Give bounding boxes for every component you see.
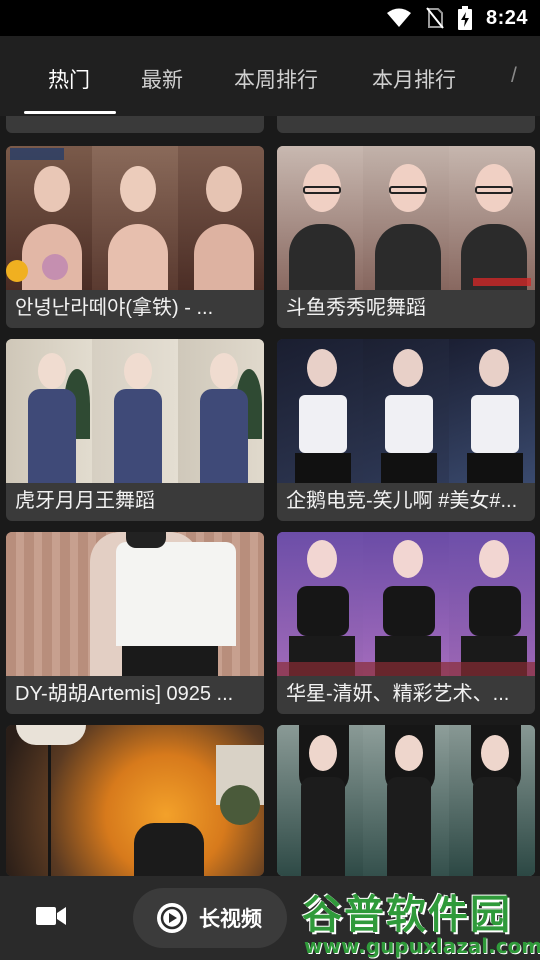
video-card[interactable]: 华星-清妍、精彩艺术、...	[277, 532, 535, 714]
site-watermark: 谷普软件园 www.gupuxlazal.com	[296, 878, 540, 960]
category-tab-bar: 热门 最新 本周排行 本月排行 /	[0, 36, 540, 116]
no-sim-icon	[426, 7, 444, 29]
watermark-brand: 谷普软件园	[302, 892, 512, 938]
video-card[interactable]: 企鹅电竞-笑儿啊 #美女#...	[277, 339, 535, 521]
video-card[interactable]: 斗鱼秀秀呢舞蹈	[277, 146, 535, 328]
tab-latest[interactable]: 最新	[141, 64, 183, 94]
status-bar: 8:24	[0, 0, 540, 36]
video-thumbnail	[277, 339, 535, 483]
video-thumbnail	[6, 146, 264, 290]
long-video-nav-button[interactable]: 长视频	[133, 888, 287, 948]
video-card-partial[interactable]	[6, 116, 264, 133]
video-card[interactable]: 안녕난라떼야(拿铁) - ...	[6, 146, 264, 328]
tab-weekly-ranking[interactable]: 本周排行	[234, 64, 318, 94]
video-card-partial[interactable]	[277, 116, 535, 133]
tab-overflow-partial[interactable]: /	[511, 64, 517, 88]
video-card[interactable]: DY-胡胡Artemis] 0925 ...	[6, 532, 264, 714]
video-card[interactable]	[6, 725, 264, 876]
video-feed[interactable]: 안녕난라떼야(拿铁) - ... 斗鱼秀秀呢舞蹈 虎牙月月王舞蹈 企鹅电竞-笑儿…	[0, 116, 540, 876]
tab-monthly-ranking[interactable]: 本月排行	[372, 64, 456, 94]
video-thumbnail	[6, 532, 264, 676]
watermark-url: www.gupuxlazal.com	[304, 934, 540, 958]
video-thumbnail	[277, 725, 535, 876]
long-video-label: 长视频	[199, 908, 262, 931]
video-card[interactable]	[277, 725, 535, 876]
play-circle-icon	[157, 903, 187, 933]
video-thumbnail	[6, 725, 264, 876]
battery-charging-icon	[457, 6, 472, 30]
video-thumbnail	[277, 532, 535, 676]
video-camera-icon	[35, 904, 67, 933]
status-time: 8:24	[485, 6, 528, 29]
tab-hot[interactable]: 热门	[48, 64, 90, 94]
video-thumbnail	[6, 339, 264, 483]
video-card[interactable]: 虎牙月月王舞蹈	[6, 339, 264, 521]
video-title: 虎牙月月王舞蹈	[15, 490, 155, 512]
wifi-icon	[386, 8, 412, 28]
video-title: DY-胡胡Artemis] 0925 ...	[15, 683, 234, 705]
video-thumbnail	[277, 146, 535, 290]
active-tab-indicator	[24, 111, 116, 114]
video-title: 斗鱼秀秀呢舞蹈	[286, 297, 426, 319]
video-title: 华星-清妍、精彩艺术、...	[286, 683, 510, 705]
video-title: 企鹅电竞-笑儿啊 #美女#...	[286, 490, 518, 512]
short-video-nav-button[interactable]	[22, 894, 80, 942]
video-title: 안녕난라떼야(拿铁) - ...	[15, 297, 214, 319]
